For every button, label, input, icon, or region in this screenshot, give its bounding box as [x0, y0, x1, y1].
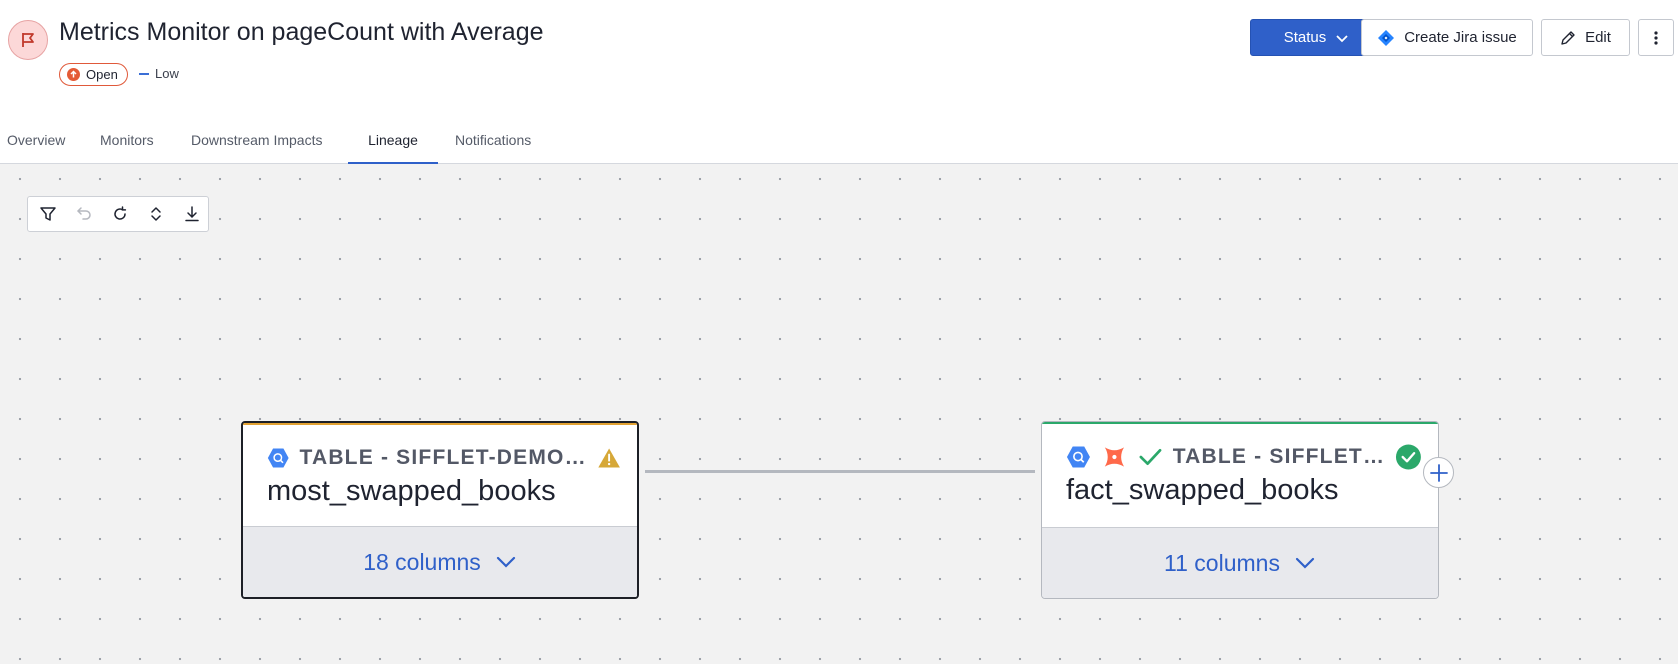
node-type-row: TABLE - SIFFLET-DEMO…	[267, 443, 621, 473]
severity-low-icon	[139, 72, 149, 75]
columns-count: 11 columns	[1164, 549, 1280, 576]
bigquery-icon	[1066, 446, 1090, 468]
lineage-toolbar	[27, 196, 209, 232]
filter-icon	[40, 207, 56, 221]
tab-downstream-impacts[interactable]: Downstream Impacts	[191, 120, 348, 164]
download-button[interactable]	[178, 200, 206, 228]
checkmark-icon	[1139, 448, 1162, 466]
node-type-label: TABLE - SIFFLET-DEMO…	[299, 446, 587, 469]
page-title: Metrics Monitor on pageCount with Averag…	[59, 18, 544, 46]
flag-icon	[22, 33, 34, 47]
node-type-row: TABLE - SIFFLET…	[1066, 442, 1422, 472]
severity-indicator: Low	[139, 66, 179, 81]
tab-lineage[interactable]: Lineage	[348, 120, 438, 164]
tab-notifications[interactable]: Notifications	[438, 120, 558, 164]
node-header: TABLE - SIFFLET… fact_swapped_books	[1042, 422, 1438, 528]
columns-toggle[interactable]: 18 columns	[243, 526, 637, 597]
tab-overview[interactable]: Overview	[0, 120, 100, 164]
node-type-label: TABLE - SIFFLET…	[1172, 445, 1386, 468]
lineage-node-most-swapped-books[interactable]: TABLE - SIFFLET-DEMO… most_swapped_books…	[241, 421, 639, 599]
pencil-icon	[1561, 30, 1575, 45]
expand-collapse-icon	[151, 207, 161, 221]
columns-count: 18 columns	[363, 548, 481, 575]
tab-monitors[interactable]: Monitors	[100, 120, 191, 164]
undo-icon	[76, 207, 91, 220]
download-icon	[185, 206, 199, 222]
warning-icon	[598, 448, 620, 468]
status-label: Open	[86, 67, 118, 82]
edit-button-label: Edit	[1585, 29, 1611, 46]
columns-toggle[interactable]: 11 columns	[1042, 527, 1438, 598]
jira-icon	[1378, 29, 1395, 46]
more-vertical-icon	[1654, 30, 1658, 45]
success-circle-icon	[1396, 444, 1422, 470]
chevron-down-icon	[496, 556, 515, 568]
reset-button[interactable]	[106, 200, 134, 228]
chevron-down-icon	[1336, 34, 1348, 42]
jira-button-label: Create Jira issue	[1404, 29, 1517, 46]
expand-downstream-button[interactable]	[1423, 457, 1454, 488]
tab-bar: Overview Monitors Downstream Impacts Lin…	[0, 120, 558, 164]
bigquery-icon	[267, 448, 289, 468]
edit-button[interactable]: Edit	[1541, 19, 1630, 56]
lineage-node-fact-swapped-books[interactable]: TABLE - SIFFLET… fact_swapped_books 11 c…	[1041, 421, 1439, 599]
dbt-icon	[1104, 447, 1124, 467]
status-badge: Open	[59, 63, 128, 86]
chevron-down-icon	[1295, 557, 1315, 569]
filter-button[interactable]	[34, 200, 62, 228]
open-status-icon	[67, 68, 80, 81]
lineage-edge	[645, 470, 1035, 473]
node-name: fact_swapped_books	[1066, 474, 1339, 506]
expand-collapse-button[interactable]	[142, 200, 170, 228]
reset-icon	[114, 206, 127, 220]
more-options-button[interactable]	[1638, 19, 1674, 56]
flag-avatar	[8, 20, 48, 60]
incident-header: Metrics Monitor on pageCount with Averag…	[0, 0, 1678, 164]
status-button-label: Status	[1283, 29, 1327, 46]
lineage-canvas[interactable]: TABLE - SIFFLET-DEMO… most_swapped_books…	[0, 164, 1678, 664]
severity-label: Low	[155, 66, 179, 81]
plus-icon	[1429, 463, 1448, 482]
create-jira-issue-button[interactable]: Create Jira issue	[1361, 19, 1533, 56]
node-name: most_swapped_books	[267, 475, 556, 507]
node-header: TABLE - SIFFLET-DEMO… most_swapped_books	[243, 423, 637, 529]
undo-button[interactable]	[70, 200, 98, 228]
